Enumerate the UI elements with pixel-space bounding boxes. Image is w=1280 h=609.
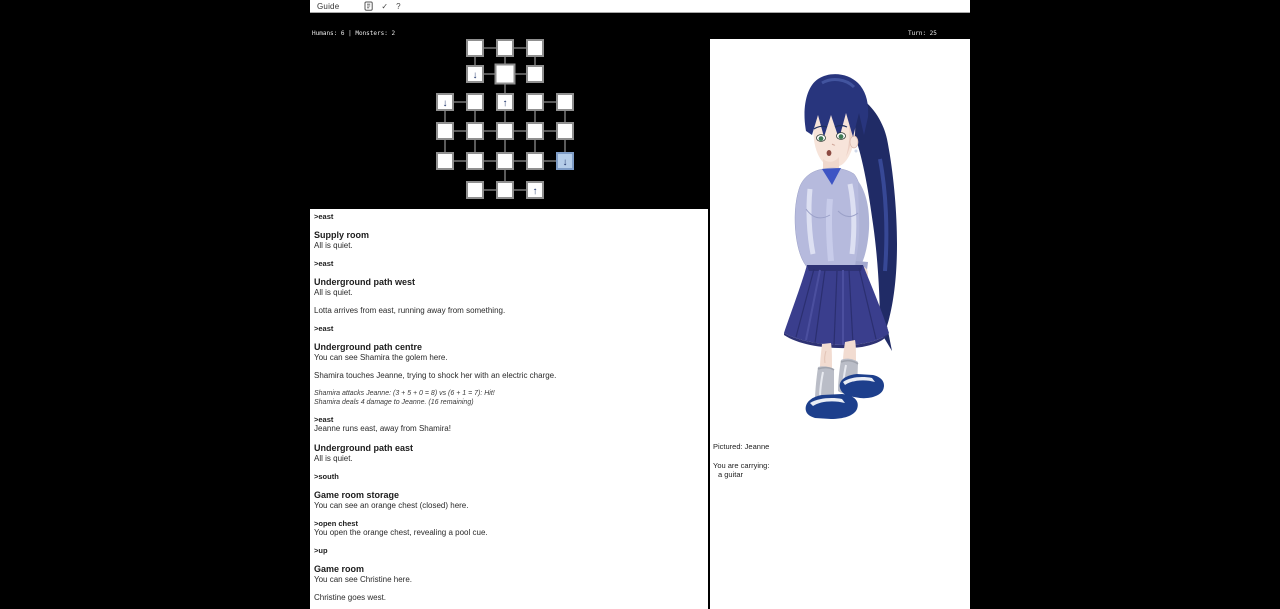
log-combat: Shamira attacks Jeanne: (3 + 5 + 0 = 8) … [314,389,704,398]
log-body: You can see Shamira the golem here. [314,353,704,363]
status-left: Humans: 6 | Monsters: 2 Race: human Jean… [312,14,522,39]
game-log: >eastSupply roomAll is quiet.>eastUnderg… [310,209,708,609]
log-body: Christine goes west. [314,593,704,603]
log-body: All is quiet. [314,241,704,251]
log-command: >open chest [314,519,704,528]
jeanne-portrait-graphic [710,39,970,437]
log-body: All is quiet. [314,454,704,464]
log-heading: Game room [314,564,704,575]
map-room [437,123,453,139]
log-command: >up [314,546,704,555]
log-body: You can see an orange chest (closed) her… [314,501,704,511]
log-combat: Shamira deals 4 damage to Jeanne. (16 re… [314,398,704,407]
log-body: You can see Christine here. [314,575,704,585]
carrying-label: You are carrying: [713,461,970,470]
log-body: Jeanne runs east, away from Shamira! [314,424,704,434]
dungeon-map-svg: ↓ ↓ ↑ ↓ ↑ [310,39,708,209]
help-icon[interactable]: ? [396,1,400,11]
map-room [467,40,483,56]
map-room [437,153,453,169]
check-icon[interactable]: ✓ [381,1,388,11]
map-room [557,94,573,110]
map-room [467,94,483,110]
stairs-up-icon: ↑ [503,98,508,109]
log-body: Shamira touches Jeanne, trying to shock … [314,371,704,381]
status-turn: Turn: 25 [908,30,968,38]
status-humans-monsters: Humans: 6 | Monsters: 2 [312,30,522,38]
log-heading: Supply room [314,230,704,241]
main-area: ↓↓↑↓↑ >eastSupply roomAll is quiet.>east… [310,39,970,609]
map-room [497,182,513,198]
map-room [557,123,573,139]
log-body: You open the orange chest, revealing a p… [314,528,704,538]
map-room [496,65,515,84]
game-window: Guide ✓ ? Humans: 6 | Monsters: 2 Race: … [310,0,970,609]
stairs-down-icon: ↓ [473,70,478,81]
map-room [467,153,483,169]
log-heading: Game room storage [314,490,704,501]
log-body: All is quiet. [314,288,704,298]
log-command: >east [314,259,704,268]
log-command: >east [314,324,704,333]
log-body: Lotta arrives from east, running away fr… [314,306,704,316]
status-right: Turn: 25 Score: 144 Difficulty 112% [908,14,968,39]
map-room [527,123,543,139]
log-heading: Underground path east [314,443,704,454]
scroll-icon-graphic [364,1,373,11]
map-room [497,123,513,139]
stairs-down-icon: ↓ [563,157,568,168]
log-command: >east [314,212,704,221]
map-room [467,182,483,198]
stairs-up-icon: ↑ [533,186,538,197]
jeanne-portrait [710,39,970,437]
toolbar: Guide ✓ ? [310,0,970,13]
map-room [497,153,513,169]
log-heading: Underground path centre [314,342,704,353]
log-command: >south [314,472,704,481]
toolbar-icons: ✓ ? [364,1,400,11]
log-heading: Underground path west [314,277,704,288]
map-room [467,123,483,139]
map-room [497,40,513,56]
left-column: ↓↓↑↓↑ >eastSupply roomAll is quiet.>east… [310,39,708,609]
game-screen: Guide ✓ ? Humans: 6 | Monsters: 2 Race: … [0,0,1280,609]
status-bar: Humans: 6 | Monsters: 2 Race: human Jean… [310,13,970,39]
sidebar-text: Pictured: Jeanne You are carrying: a gui… [710,437,970,479]
guide-menu[interactable]: Guide [310,2,346,11]
map-room [527,40,543,56]
map-room [527,94,543,110]
scroll-icon[interactable] [364,1,373,11]
right-panel: Pictured: Jeanne You are carrying: a gui… [710,39,970,609]
log-command: >east [314,415,704,424]
stairs-down-icon: ↓ [443,98,448,109]
pictured-caption: Pictured: Jeanne [713,442,970,451]
inventory-item: a guitar [713,470,970,479]
map-room [527,153,543,169]
map-room [527,66,543,82]
dungeon-map: ↓ ↓ ↑ ↓ ↑ [310,39,708,209]
